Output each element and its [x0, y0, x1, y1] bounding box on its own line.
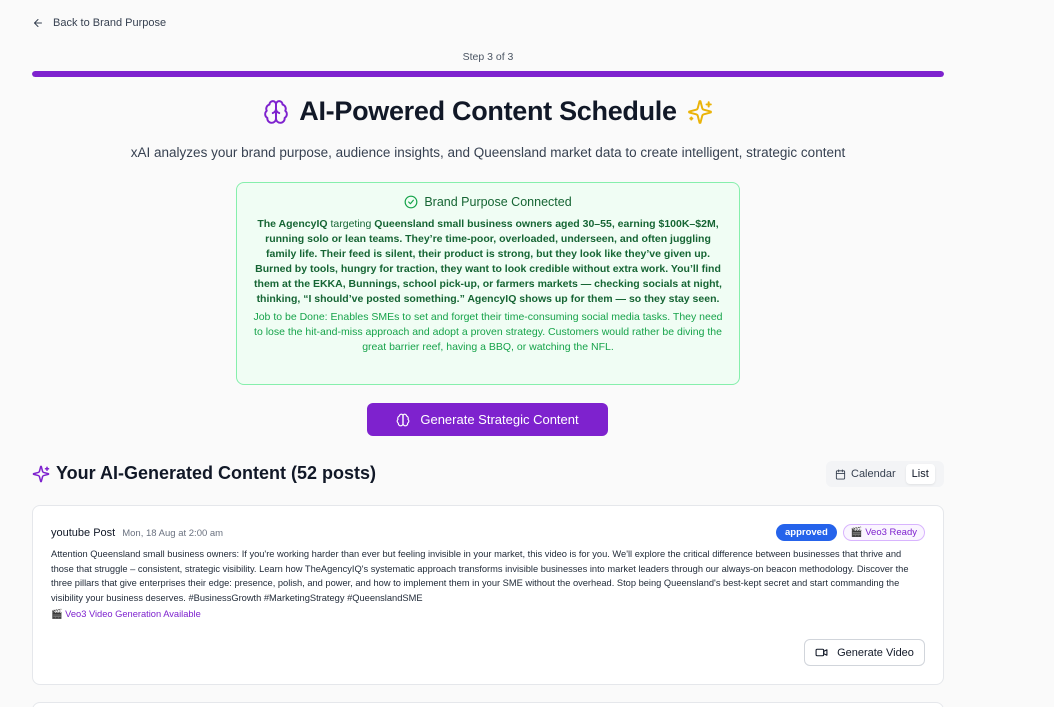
brand-purpose-heading: Brand Purpose Connected: [251, 195, 725, 209]
progress-bar: [32, 71, 944, 77]
view-toggle: Calendar List: [826, 461, 944, 487]
content-section-header: Your AI-Generated Content (52 posts): [32, 463, 376, 484]
post-header: youtube Post Mon, 18 Aug at 2:00 am: [51, 527, 223, 539]
generate-video-label: Generate Video: [837, 646, 914, 659]
job-to-be-done: Job to be Done: Enables SMEs to set and …: [253, 311, 723, 353]
targeting-word: targeting: [330, 218, 372, 230]
generate-video-button[interactable]: Generate Video: [804, 639, 925, 666]
page-subtitle: xAI analyzes your brand purpose, audienc…: [130, 145, 846, 160]
brand-purpose-heading-label: Brand Purpose Connected: [424, 195, 572, 209]
veo3-note-label[interactable]: Veo3 Video Generation Available: [65, 609, 201, 619]
calendar-view-tab[interactable]: Calendar: [829, 464, 902, 484]
check-circle-icon: [404, 195, 418, 209]
post-platform: youtube Post: [51, 527, 116, 539]
brand-purpose-statement: The AgencyIQ targeting Queensland small …: [251, 217, 725, 307]
status-badge: approved: [776, 524, 837, 541]
progress-fill: [32, 71, 944, 77]
calendar-view-label: Calendar: [851, 468, 896, 480]
brand-name: The AgencyIQ: [257, 218, 328, 230]
veo3-availability-note: 🎬 Veo3 Video Generation Available: [51, 609, 201, 620]
veo3-ready-badge: 🎬 Veo3 Ready: [842, 524, 925, 541]
page-title: AI-Powered Content Schedule: [299, 96, 677, 126]
back-to-brand-purpose-link[interactable]: Back to Brand Purpose: [32, 17, 166, 29]
content-section-title: Your AI-Generated Content (52 posts): [56, 463, 377, 483]
back-link-label: Back to Brand Purpose: [53, 17, 167, 29]
generate-strategic-content-button[interactable]: Generate Strategic Content: [367, 403, 608, 436]
post-card: [32, 702, 944, 707]
list-view-tab[interactable]: List: [905, 464, 935, 484]
video-camera-icon: [815, 648, 828, 657]
post-body: Attention Queensland small business owne…: [51, 549, 909, 603]
sparkles-icon: [32, 465, 50, 482]
page-header: AI-Powered Content Schedule: [32, 96, 944, 127]
brain-icon: [396, 413, 410, 426]
sparkles-icon: [687, 99, 712, 124]
step-indicator: Step 3 of 3: [462, 51, 514, 63]
post-card: youtube Post Mon, 18 Aug at 2:00 am appr…: [32, 505, 944, 685]
list-view-label: List: [911, 468, 929, 480]
brand-purpose-card: Brand Purpose Connected The AgencyIQ tar…: [236, 182, 740, 385]
audience-description: Queensland small business owners aged 30…: [254, 218, 722, 305]
generate-button-label: Generate Strategic Content: [420, 412, 579, 427]
post-badges: approved 🎬 Veo3 Ready: [776, 524, 925, 541]
brain-icon: [264, 99, 289, 124]
post-date: Mon, 18 Aug at 2:00 am: [122, 528, 224, 539]
clapperboard-icon: 🎬: [51, 609, 63, 619]
calendar-icon: [835, 468, 846, 480]
arrow-left-icon: [34, 19, 42, 27]
